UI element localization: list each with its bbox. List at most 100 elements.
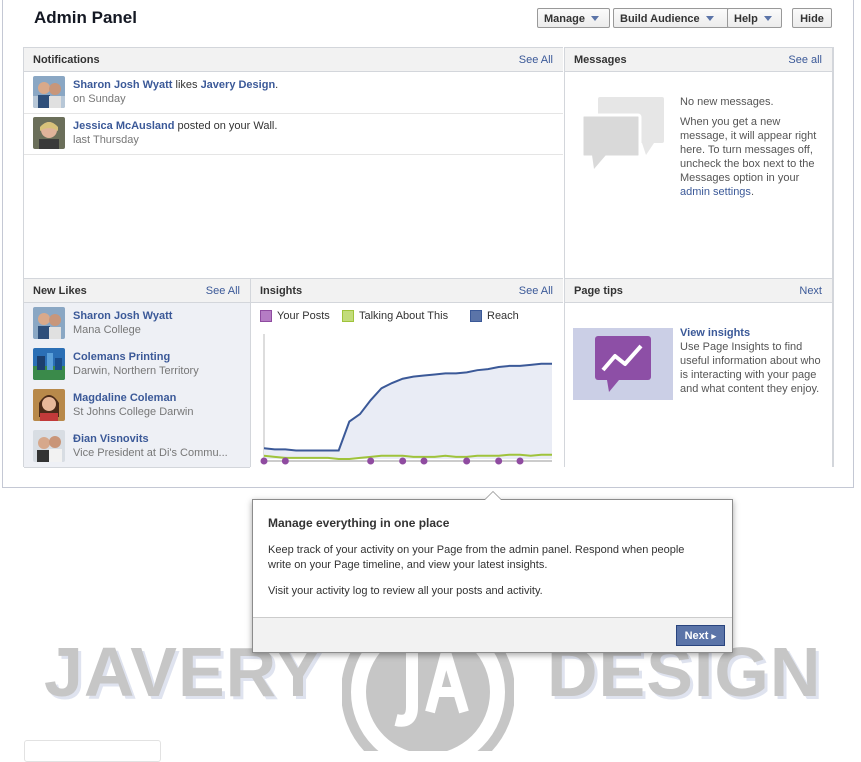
messages-icon [580, 97, 664, 169]
page-tip-body: Use Page Insights to find useful informa… [680, 341, 821, 395]
list-item[interactable]: Colemans Printing Darwin, Northern Terri… [24, 344, 250, 386]
list-item[interactable]: Magdaline Coleman St Johns College Darwi… [24, 385, 250, 427]
new-likes-title: New Likes [33, 285, 87, 297]
tooltip-body-2: Visit your activity log to review all yo… [268, 585, 543, 597]
messages-panel: Messages See all No new messages. When y… [564, 47, 833, 278]
chevron-down-icon [763, 16, 772, 21]
help-button[interactable]: Help [727, 8, 782, 28]
messages-help-suffix: . [750, 186, 754, 198]
admin-panel: Admin Panel Manage Build Audience Help H… [2, 0, 854, 488]
avatar [33, 430, 65, 462]
like-name-link[interactable]: Magdaline Coleman [73, 392, 176, 404]
page-tips-header: Page tips Next [565, 278, 832, 303]
notification-text: Jessica McAusland posted on your Wall. [73, 120, 277, 132]
messages-empty-title: No new messages. [680, 96, 774, 108]
like-subtitle: Vice President at Di's Commu... [73, 447, 228, 459]
messages-header: Messages See all [565, 47, 832, 72]
help-label: Help [734, 13, 758, 25]
messages-empty-text: No new messages. When you get a new mess… [680, 95, 828, 199]
your-posts-marker [463, 457, 471, 465]
insights-panel: Insights See All Your Posts Talking Abou… [250, 278, 563, 467]
new-likes-header: New Likes See All [24, 278, 250, 303]
notification-action: likes [172, 79, 201, 91]
messages-see-all-link[interactable]: See all [788, 54, 822, 66]
insights-header: Insights See All [251, 278, 563, 303]
legend-swatch [342, 310, 354, 322]
your-posts-marker [281, 457, 289, 465]
notification-actor-link[interactable]: Jessica McAusland [73, 120, 175, 132]
legend-label: Your Posts [277, 310, 330, 322]
like-subtitle: St Johns College Darwin [73, 406, 194, 418]
messages-title: Messages [574, 54, 627, 66]
tooltip-next-button[interactable]: Next ▸ [675, 625, 725, 646]
your-posts-marker [495, 457, 503, 465]
messages-help-text: When you get a new message, it will appe… [680, 115, 828, 199]
messages-help-body: When you get a new message, it will appe… [680, 116, 817, 184]
notifications-title: Notifications [33, 54, 100, 66]
your-posts-marker [367, 457, 375, 465]
new-likes-panel: New Likes See All Sharon Josh Wyatt Mana… [23, 278, 250, 468]
page-tips-next-link[interactable]: Next [799, 285, 822, 297]
list-item[interactable]: Sharon Josh Wyatt Mana College [24, 303, 250, 345]
like-name-link[interactable]: Sharon Josh Wyatt [73, 310, 172, 322]
like-subtitle: Darwin, Northern Territory [73, 365, 199, 377]
like-subtitle: Mana College [73, 324, 141, 336]
notification-item[interactable]: Jessica McAusland posted on your Wall. l… [24, 113, 563, 155]
notification-time: on Sunday [73, 93, 126, 105]
tooltip-footer: Next ▸ [253, 617, 732, 652]
insights-tip-icon [573, 328, 673, 400]
insights-see-all-link[interactable]: See All [519, 285, 553, 297]
like-name-link[interactable]: Colemans Printing [73, 351, 170, 363]
page-tips-title: Page tips [574, 285, 623, 297]
admin-settings-link[interactable]: admin settings [680, 186, 751, 198]
next-label: Next [684, 630, 709, 642]
tooltip-title: Manage everything in one place [268, 516, 450, 530]
like-name-link[interactable]: Đian Visnovits [73, 433, 149, 445]
build-audience-button[interactable]: Build Audience [613, 8, 729, 28]
notification-item[interactable]: Sharon Josh Wyatt likes Javery Design. o… [24, 72, 563, 114]
notification-target-link[interactable]: Javery Design [201, 79, 276, 91]
hide-button[interactable]: Hide [792, 8, 832, 28]
notification-action: posted on your Wall. [174, 120, 278, 132]
legend-swatch [470, 310, 482, 322]
notification-actor-link[interactable]: Sharon Josh Wyatt [73, 79, 172, 91]
legend-label: Talking About This [359, 310, 449, 322]
avatar [33, 307, 65, 339]
avatar [33, 117, 65, 149]
your-posts-marker [516, 457, 524, 465]
insights-chart[interactable] [251, 330, 564, 467]
page-tips-panel: Page tips Next View insights Use Page In… [564, 278, 833, 467]
notification-text: Sharon Josh Wyatt likes Javery Design. [73, 79, 278, 91]
your-posts-marker [399, 457, 407, 465]
chevron-down-icon [705, 16, 714, 21]
manage-label: Manage [544, 13, 585, 25]
notifications-panel: Notifications See All Sharon Josh Wyatt … [23, 47, 563, 278]
tooltip-arrow-inner [485, 492, 501, 500]
your-posts-marker [420, 457, 428, 465]
legend-talking-about[interactable]: Talking About This [342, 310, 448, 322]
divider [833, 47, 834, 467]
view-insights-link[interactable]: View insights [680, 326, 828, 340]
list-item[interactable]: Đian Visnovits Vice President at Di's Co… [24, 426, 250, 468]
manage-button[interactable]: Manage [537, 8, 610, 28]
new-likes-list: Sharon Josh Wyatt Mana College Colemans … [24, 303, 250, 468]
legend-your-posts[interactable]: Your Posts [260, 310, 330, 322]
page-tip-text: View insights Use Page Insights to find … [680, 326, 828, 396]
avatar [33, 76, 65, 108]
your-posts-marker [260, 457, 268, 465]
onboarding-tooltip: Manage everything in one place Keep trac… [252, 491, 733, 653]
notifications-header: Notifications See All [24, 47, 563, 72]
cover-thumbnail-box [24, 740, 161, 762]
legend-label: Reach [487, 310, 519, 322]
avatar [33, 389, 65, 421]
tooltip-body: Keep track of your activity on your Page… [268, 544, 685, 571]
page-title: Admin Panel [34, 8, 137, 27]
build-audience-label: Build Audience [620, 13, 700, 25]
new-likes-see-all-link[interactable]: See All [206, 285, 240, 297]
legend-reach[interactable]: Reach [470, 310, 519, 322]
insights-title: Insights [260, 285, 303, 297]
chevron-right-icon: ▸ [711, 631, 716, 641]
legend-swatch [260, 310, 272, 322]
notification-suffix: . [275, 79, 279, 91]
notifications-see-all-link[interactable]: See All [519, 54, 553, 66]
